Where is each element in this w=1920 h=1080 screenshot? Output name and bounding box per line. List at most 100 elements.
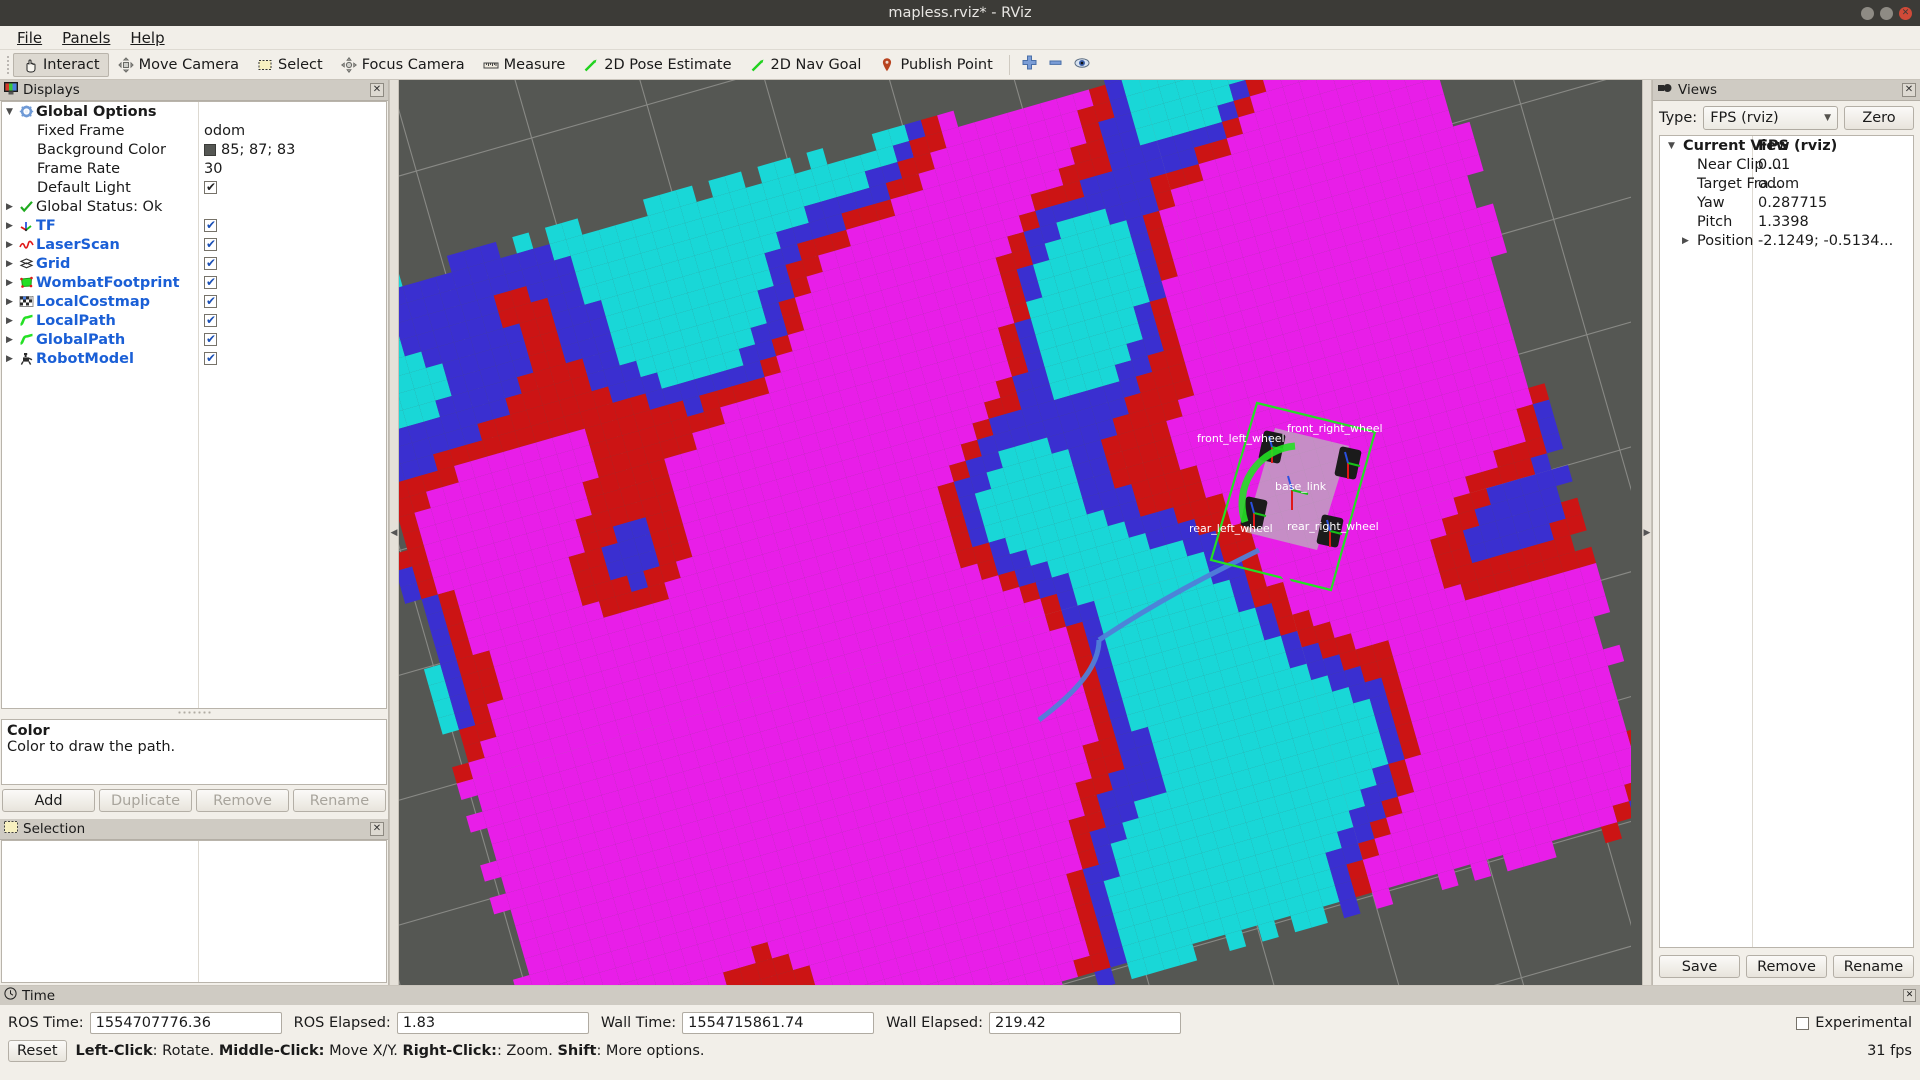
tree-expander-icon[interactable] [1664,141,1679,151]
display-row-background-color[interactable]: Background Color 85; 87; 83 [2,140,386,159]
display-row-wombatfootprint[interactable]: WombatFootprint [2,273,386,292]
selection-tree[interactable] [1,840,387,983]
save-view-button[interactable]: Save [1659,955,1740,978]
view-row-pitch[interactable]: Pitch 1.3398 [1660,212,1913,231]
display-row-value[interactable]: odom [204,123,245,139]
view-row-target-fra[interactable]: Target Fra... odom [1660,174,1913,193]
display-row-value[interactable]: 85; 87; 83 [221,142,295,158]
ros-time-input[interactable]: 1554707776.36 [89,1012,282,1034]
tool-publish-point[interactable]: Publish Point [870,53,1001,77]
tree-expander-icon[interactable] [2,202,17,212]
display-row-fixed-frame[interactable]: Fixed Frame odom [2,121,386,140]
duplicate-display-button[interactable]: Duplicate [99,789,192,812]
displays-panel-close-icon[interactable]: ✕ [370,83,384,97]
tool-2d-pose-estimate[interactable]: 2D Pose Estimate [574,53,740,77]
left-dock-collapse-handle[interactable]: ◀ [389,80,399,985]
tree-expander-icon[interactable] [1678,236,1693,246]
maximize-button[interactable] [1880,6,1893,20]
display-row-globalpath[interactable]: GlobalPath [2,330,386,349]
tree-expander-icon[interactable] [2,335,17,345]
view-row-value[interactable]: FPS (rviz) [1758,138,1837,154]
main-area: Displays ✕ Global Options Fixed Frame odom… [0,80,1920,985]
remove-view-button[interactable]: Remove [1746,955,1827,978]
experimental-toggle[interactable]: Experimental [1796,1015,1912,1031]
display-enabled-checkbox[interactable] [204,332,217,346]
display-enabled-checkbox[interactable] [204,313,217,327]
display-row-localpath[interactable]: LocalPath [2,311,386,330]
display-row-global-options[interactable]: Global Options [2,102,386,121]
display-row-global-status-ok[interactable]: Global Status: Ok [2,197,386,216]
tool-properties-button[interactable] [1069,53,1095,77]
render-view-3d[interactable]: front_left_wheel front_right_wheel base_li… [399,80,1642,985]
tree-expander-icon[interactable] [2,240,17,250]
time-panel-close-icon[interactable]: ✕ [1903,989,1916,1002]
tool-2d-nav-goal[interactable]: 2D Nav Goal [741,53,871,77]
right-dock-collapse-handle[interactable]: ▶ [1642,80,1652,985]
display-row-value-cell [204,256,217,270]
add-tool-button[interactable] [1017,53,1043,77]
display-enabled-checkbox[interactable] [204,351,217,365]
views-zero-button[interactable]: Zero [1844,106,1914,130]
selection-panel-close-icon[interactable]: ✕ [370,822,384,836]
experimental-checkbox[interactable] [1796,1016,1810,1030]
view-row-position[interactable]: Position-2.1249; -0.5134... [1660,231,1913,250]
tool-interact[interactable]: Interact [13,52,109,77]
view-row-current-view[interactable]: Current ViewFPS (rviz) [1660,136,1913,155]
display-enabled-checkbox[interactable] [204,218,217,232]
minimize-button[interactable] [1861,6,1874,20]
background-color-swatch[interactable] [204,143,216,156]
rename-view-button[interactable]: Rename [1833,955,1914,978]
view-row-value[interactable]: 0.287715 [1758,195,1827,211]
view-row-value[interactable]: odom [1758,176,1799,192]
tool-focus-camera[interactable]: Focus Camera [332,53,474,77]
views-type-select[interactable]: FPS (rviz) ▼ [1703,106,1838,130]
display-row-grid[interactable]: Grid [2,254,386,273]
add-display-button[interactable]: Add [2,789,95,812]
display-row-frame-rate[interactable]: Frame Rate 30 [2,159,386,178]
views-panel-close-icon[interactable]: ✕ [1902,83,1916,97]
display-row-localcostmap[interactable]: LocalCostmap [2,292,386,311]
menu-help[interactable]: Help [121,27,173,49]
display-row-default-light[interactable]: Default Light [2,178,386,197]
wall-elapsed-input[interactable]: 219.42 [988,1012,1181,1034]
tool-select[interactable]: Select [248,53,332,77]
rename-display-button[interactable]: Rename [293,789,386,812]
views-tree[interactable]: Current ViewFPS (rviz)Near Clip ...0.01T… [1659,135,1914,948]
view-row-value[interactable]: 1.3398 [1758,214,1809,230]
view-row-yaw[interactable]: Yaw 0.287715 [1660,193,1913,212]
tree-expander-icon[interactable] [2,107,17,117]
menu-panels[interactable]: Panels [53,27,119,49]
view-row-near-clip[interactable]: Near Clip ... 0.01 [1660,155,1913,174]
wall-time-input[interactable]: 1554715861.74 [682,1012,875,1034]
display-enabled-checkbox[interactable] [204,180,217,194]
view-row-value[interactable]: 0.01 [1758,157,1790,173]
display-enabled-checkbox[interactable] [204,256,217,270]
tree-expander-icon[interactable] [2,259,17,269]
toolbar-grip[interactable] [4,54,11,76]
tree-expander-icon[interactable] [2,354,17,364]
window-titlebar: mapless.rviz* - RViz ✕ [0,0,1920,26]
reset-button[interactable]: Reset [8,1040,67,1062]
display-row-robotmodel[interactable]: RobotModel [2,349,386,368]
tool-measure[interactable]: Measure [474,53,575,77]
remove-tool-button[interactable] [1043,53,1069,77]
display-enabled-checkbox[interactable] [204,294,217,308]
display-row-laserscan[interactable]: LaserScan [2,235,386,254]
tree-expander-icon[interactable] [2,278,17,288]
remove-display-button[interactable]: Remove [196,789,289,812]
tree-expander-icon[interactable] [2,221,17,231]
view-row-value[interactable]: -2.1249; -0.5134... [1758,233,1893,249]
ros-elapsed-input[interactable]: 1.83 [396,1012,589,1034]
tree-expander-icon[interactable] [2,297,17,307]
displays-tree[interactable]: Global OptionsFixed FrameodomBackground … [1,101,387,709]
display-enabled-checkbox[interactable] [204,237,217,251]
display-enabled-checkbox[interactable] [204,275,217,289]
menu-file[interactable]: File [8,27,51,49]
tool-move-camera[interactable]: Move Camera [109,53,248,77]
tree-expander-icon[interactable] [2,316,17,326]
close-button[interactable]: ✕ [1899,6,1912,20]
displays-splitter[interactable] [0,709,388,715]
display-row-value[interactable]: 30 [204,161,222,177]
display-row-tf[interactable]: TF [2,216,386,235]
ruler-icon [483,57,499,73]
